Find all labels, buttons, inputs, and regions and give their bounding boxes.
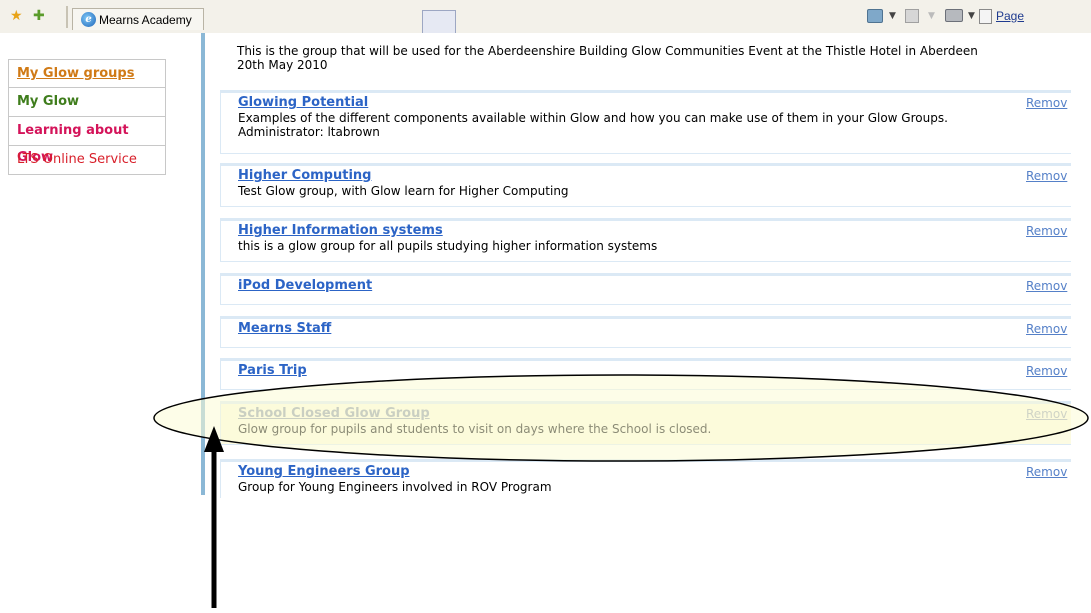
tab-title: Mearns Academy (99, 12, 192, 27)
favorites-star-icon[interactable]: ★ (10, 9, 23, 23)
page-menu[interactable]: Page (996, 9, 1024, 23)
group-description: Examples of the different components ava… (238, 111, 948, 139)
group-title-link[interactable]: Higher Information systems (238, 223, 443, 238)
remove-link[interactable]: Remov (1026, 364, 1067, 378)
group-title-link[interactable]: Higher Computing (238, 168, 371, 183)
group-item: iPod Development Remov (220, 273, 1071, 305)
group-item: Young Engineers Group Remov Group for Yo… (220, 459, 1071, 498)
group-title-link[interactable]: Young Engineers Group (238, 464, 410, 479)
nav-my-glow-groups[interactable]: My Glow groups (8, 59, 166, 88)
content-divider (201, 33, 205, 495)
blank-area (0, 498, 1091, 613)
group-title-link[interactable]: School Closed Glow Group (238, 406, 430, 421)
print-dropdown-icon[interactable]: ▼ (968, 9, 975, 23)
nav-lts-online-service[interactable]: LTS Online Service (8, 146, 166, 175)
page-icon[interactable] (979, 9, 992, 24)
remove-link[interactable]: Remov (1026, 465, 1067, 479)
remove-link[interactable]: Remov (1026, 279, 1067, 293)
home-dropdown-icon[interactable]: ▼ (889, 9, 896, 23)
group-description: Test Glow group, with Glow learn for Hig… (238, 184, 569, 198)
group-description: This is the group that will be used for … (237, 44, 978, 72)
browser-toolbar: ★ ✚ e Mearns Academy ▼ ▼ ▼ Page (0, 0, 1091, 33)
browser-tab[interactable]: e Mearns Academy (72, 8, 204, 30)
group-description: Glow group for pupils and students to vi… (238, 422, 712, 436)
group-item: Higher Computing Remov Test Glow group, … (220, 163, 1071, 207)
ie-logo-icon: e (81, 12, 96, 27)
remove-link[interactable]: Remov (1026, 96, 1067, 110)
print-icon[interactable] (945, 9, 963, 22)
group-title-link[interactable]: iPod Development (238, 278, 372, 293)
remove-link[interactable]: Remov (1026, 407, 1067, 421)
remove-link[interactable]: Remov (1026, 169, 1067, 183)
nav-learning-about-glow[interactable]: Learning about Glow (8, 117, 166, 165)
group-description: this is a glow group for all pupils stud… (238, 239, 658, 253)
feeds-dropdown-icon[interactable]: ▼ (928, 9, 935, 23)
group-item: Paris Trip Remov (220, 358, 1071, 390)
left-nav: My Glow groups My Glow Learning about Gl… (8, 59, 166, 175)
group-item: Mearns Staff Remov (220, 316, 1071, 348)
group-item: Higher Information systems Remov this is… (220, 218, 1071, 262)
nav-my-glow[interactable]: My Glow (8, 88, 166, 117)
home-icon[interactable] (867, 9, 883, 23)
group-item-highlighted: School Closed Glow Group Remov Glow grou… (220, 401, 1071, 445)
group-title-link[interactable]: Paris Trip (238, 363, 307, 378)
group-title-link[interactable]: Mearns Staff (238, 321, 331, 336)
toolbar-separator (66, 6, 68, 28)
remove-link[interactable]: Remov (1026, 224, 1067, 238)
remove-link[interactable]: Remov (1026, 322, 1067, 336)
group-description: Group for Young Engineers involved in RO… (238, 480, 552, 494)
group-item: Glowing Potential Remov Examples of the … (220, 90, 1071, 154)
new-tab-button[interactable] (422, 10, 456, 33)
group-title-link[interactable]: Glowing Potential (238, 95, 368, 110)
add-favorites-icon[interactable]: ✚ (33, 9, 45, 23)
glow-groups-list: This is the group that will be used for … (220, 40, 1071, 498)
feeds-icon[interactable] (905, 9, 919, 23)
